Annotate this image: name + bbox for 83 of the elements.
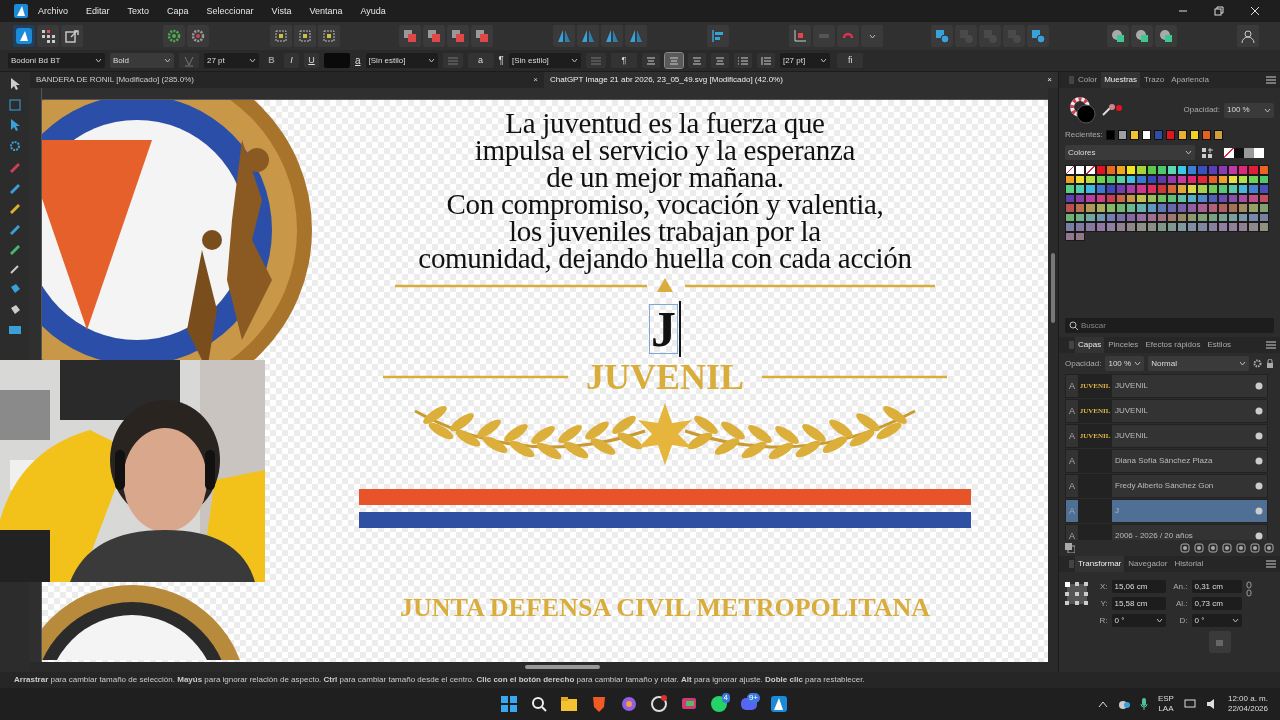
layer-name: 2006 - 2026 / 20 años (1115, 531, 1194, 540)
pilcrow-glyph: ¶ (498, 54, 504, 67)
menu-item[interactable]: Ayuda (360, 5, 386, 17)
notification-count: 4 (721, 693, 730, 703)
paragraph-button[interactable]: ¶ (610, 53, 637, 68)
opacity-label: Opacidad: (1183, 105, 1220, 115)
menu-item[interactable]: Ventana (309, 5, 343, 17)
close-button[interactable]: × (1047, 75, 1052, 85)
panel-tab[interactable]: Muestras (1101, 72, 1141, 88)
close-button[interactable]: × (533, 75, 538, 85)
footer-text: JUNTA DEFENSA CIVIL METROPOLITANA (400, 594, 930, 622)
language-text[interactable]: ESP (1157, 694, 1174, 704)
format-button[interactable]: U (304, 53, 319, 68)
text-layer-glyph: A (1068, 405, 1076, 417)
field-label: Y: (1099, 598, 1108, 609)
angle-dropdown[interactable]: 0 ° (1111, 614, 1166, 627)
palette-dropdown[interactable]: Colores (1065, 145, 1195, 160)
layer-name: JUVENIL (1115, 431, 1149, 441)
recent-label: Recientes: (1065, 130, 1103, 140)
format-button[interactable]: I (284, 53, 299, 68)
menu-item[interactable]: Editar (86, 5, 110, 17)
field-label: Al.: (1174, 598, 1188, 609)
clock-date[interactable]: 22/04/2026 (1227, 704, 1268, 714)
layer-row[interactable]: A 2006 - 2026 / 20 años (1065, 524, 1268, 540)
menu-item[interactable]: Archivo (38, 5, 68, 17)
panel-tab[interactable]: Transformar (1075, 556, 1125, 572)
panel-tab[interactable]: Capas (1075, 337, 1105, 353)
menu-item[interactable]: Seleccionar (206, 5, 254, 17)
quote-text: La juventud es la fuerza que impulsa el servicio y la esperanza de un mejor mañana. Con compromiso, vocación y valentia, los juveniles trabajan por la comunidad, dejando huella con cada acción (418, 110, 912, 272)
menu-item[interactable]: Capa (167, 5, 189, 17)
layout-text[interactable]: LAA (1157, 704, 1174, 714)
font-dropdown[interactable]: Bodoni Bd BT (8, 53, 105, 68)
status-hint: Arrastrar para cambiar tamaño de selección. Mayús para ignorar relación de aspecto. Ctrl para cambiar tamaño desde el centro. Clic con el botón derecho para cambiar tamaño y rotar. Alt para ignorar ajuste. Doble clic para restablecer. (14, 675, 865, 685)
panel-tab[interactable]: Apariencia (1168, 72, 1212, 88)
layer-row[interactable]: A Diana Sofía Sánchez Plaza (1065, 449, 1268, 473)
blend-mode-dropdown[interactable]: Normal (1148, 356, 1249, 371)
panel-tab[interactable]: Estilos (1204, 337, 1235, 353)
field-label: An.: (1172, 581, 1188, 592)
text-layer-glyph: A (1068, 480, 1076, 492)
angle-dropdown[interactable]: 0 ° (1191, 614, 1242, 627)
input-field[interactable]: 15,58 cm (1111, 597, 1166, 610)
selected-letter[interactable]: J (649, 303, 678, 354)
panel-tab[interactable]: Color (1075, 72, 1101, 88)
clock-time[interactable]: 12:00 a. m. (1227, 694, 1268, 704)
layer-name: JUVENIL (1115, 381, 1149, 391)
text-layer-glyph: A (1068, 505, 1076, 517)
input-field[interactable]: 15,06 cm (1111, 580, 1166, 593)
leading-dropdown[interactable]: [27 pt] (779, 53, 830, 68)
title-text: JUVENIL (586, 356, 744, 397)
input-field[interactable]: 0,31 cm (1191, 580, 1242, 593)
ligature-button[interactable]: fi (837, 53, 864, 68)
field-label: X: (1098, 581, 1108, 592)
panel-tab[interactable]: Historial (1171, 556, 1207, 572)
notification-count: 9+ (746, 693, 760, 703)
layer-name: Fredy Alberto Sánchez Gon (1115, 481, 1215, 491)
layer-name: Diana Sofía Sánchez Plaza (1115, 456, 1214, 466)
search-field[interactable]: Buscar (1065, 318, 1274, 333)
layer-name: J (1115, 506, 1120, 516)
layer-row[interactable]: A Fredy Alberto Sánchez Gon (1065, 474, 1268, 498)
panel-tab[interactable]: Pinceles (1105, 337, 1142, 353)
character-glyph: a (355, 54, 361, 67)
menu-item[interactable]: Texto (127, 5, 150, 17)
panel-tab[interactable]: Navegador (1125, 556, 1171, 572)
text-layer-glyph: A (1068, 430, 1076, 442)
panel-tab[interactable]: Efectos rápidos (1142, 337, 1204, 353)
text-layer-glyph: A (1068, 530, 1076, 540)
weight-dropdown[interactable]: Bold (110, 53, 174, 68)
text-layer-glyph: A (1068, 380, 1076, 392)
field-label: R: (1098, 615, 1108, 626)
document-tab[interactable]: ChatGPT Image 21 abr 2026, 23_05_49.svg [Modificado] (42.0%) × (544, 72, 1058, 88)
opacity-dropdown[interactable]: 100 % (1224, 102, 1274, 118)
paragraph-style-dropdown[interactable]: [Sin estilo] (508, 53, 581, 68)
panel-tab[interactable]: Trazo (1141, 72, 1168, 88)
layer-name: JUVENIL (1115, 406, 1149, 416)
opacity-dropdown[interactable]: 100 % (1105, 356, 1145, 371)
character-style-dropdown[interactable]: [Sin estilo] (365, 53, 438, 68)
field-label: D: (1178, 615, 1188, 626)
text-layer-glyph: A (1068, 455, 1076, 467)
opacity-label: Opacidad: (1065, 358, 1102, 369)
font-size-dropdown[interactable]: 27 pt (204, 53, 259, 68)
input-field[interactable]: 0,73 cm (1191, 597, 1242, 610)
character-button[interactable]: a (467, 53, 494, 68)
menu-item[interactable]: Vista (271, 5, 292, 17)
